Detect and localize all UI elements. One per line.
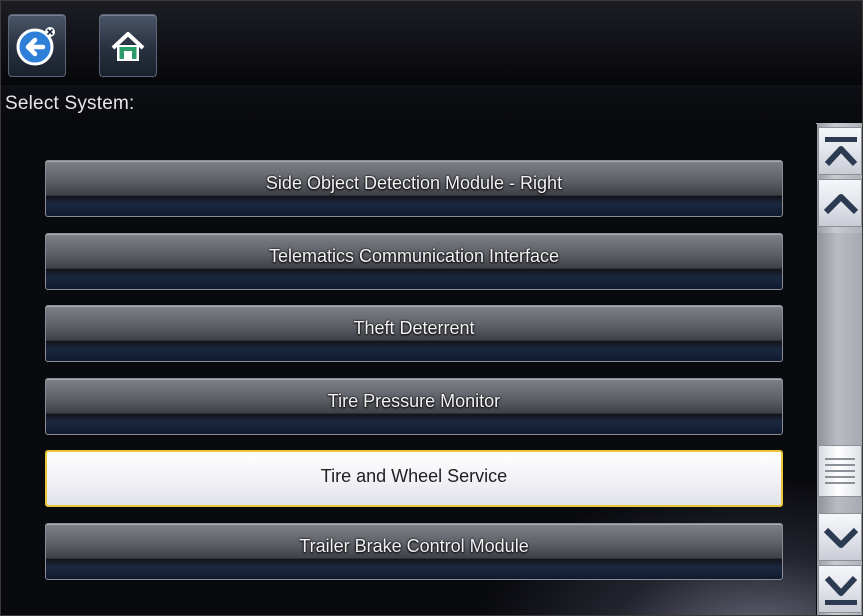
scroll-thumb[interactable]: [818, 445, 862, 497]
list-item-side-object-detection[interactable]: Side Object Detection Module - Right: [45, 160, 783, 217]
header-bar: Select System:: [1, 85, 862, 124]
back-arrow-icon: [16, 27, 55, 66]
home-button[interactable]: [99, 14, 157, 77]
toolbar: [1, 1, 862, 85]
scroll-down-button[interactable]: [818, 513, 862, 561]
home-icon: [111, 32, 145, 61]
list-item-label: Theft Deterrent: [353, 318, 475, 338]
page-title: Select System:: [5, 93, 135, 114]
scroll-up-button[interactable]: [818, 179, 862, 227]
scroll-down-icon: [823, 527, 859, 548]
list-item-label: Tire and Wheel Service: [320, 466, 508, 486]
scroll-bottom-icon: [824, 575, 858, 605]
app-window: Select System: Side Object Detection Mod…: [0, 0, 863, 616]
list-item-label: Telematics Communication Interface: [268, 246, 560, 266]
list-item-theft-deterrent[interactable]: Theft Deterrent: [45, 305, 783, 362]
scroll-top-icon: [824, 137, 858, 167]
scroll-top-button[interactable]: [818, 127, 862, 175]
scrollbar: [817, 123, 862, 615]
back-button[interactable]: [8, 14, 66, 77]
list-item-telematics[interactable]: Telematics Communication Interface: [45, 233, 783, 290]
list-item-label: Side Object Detection Module - Right: [265, 173, 563, 193]
scroll-bottom-button[interactable]: [818, 565, 862, 613]
list-item-tire-and-wheel-service[interactable]: Tire and Wheel Service: [45, 450, 783, 507]
list-item-label: Trailer Brake Control Module: [299, 536, 529, 556]
scroll-up-icon: [823, 194, 859, 215]
system-list: Side Object Detection Module - Right Tel…: [1, 123, 816, 615]
list-item-label: Tire Pressure Monitor: [327, 391, 501, 411]
list-item-tire-pressure-monitor[interactable]: Tire Pressure Monitor: [45, 378, 783, 435]
list-item-trailer-brake-control[interactable]: Trailer Brake Control Module: [45, 523, 783, 580]
